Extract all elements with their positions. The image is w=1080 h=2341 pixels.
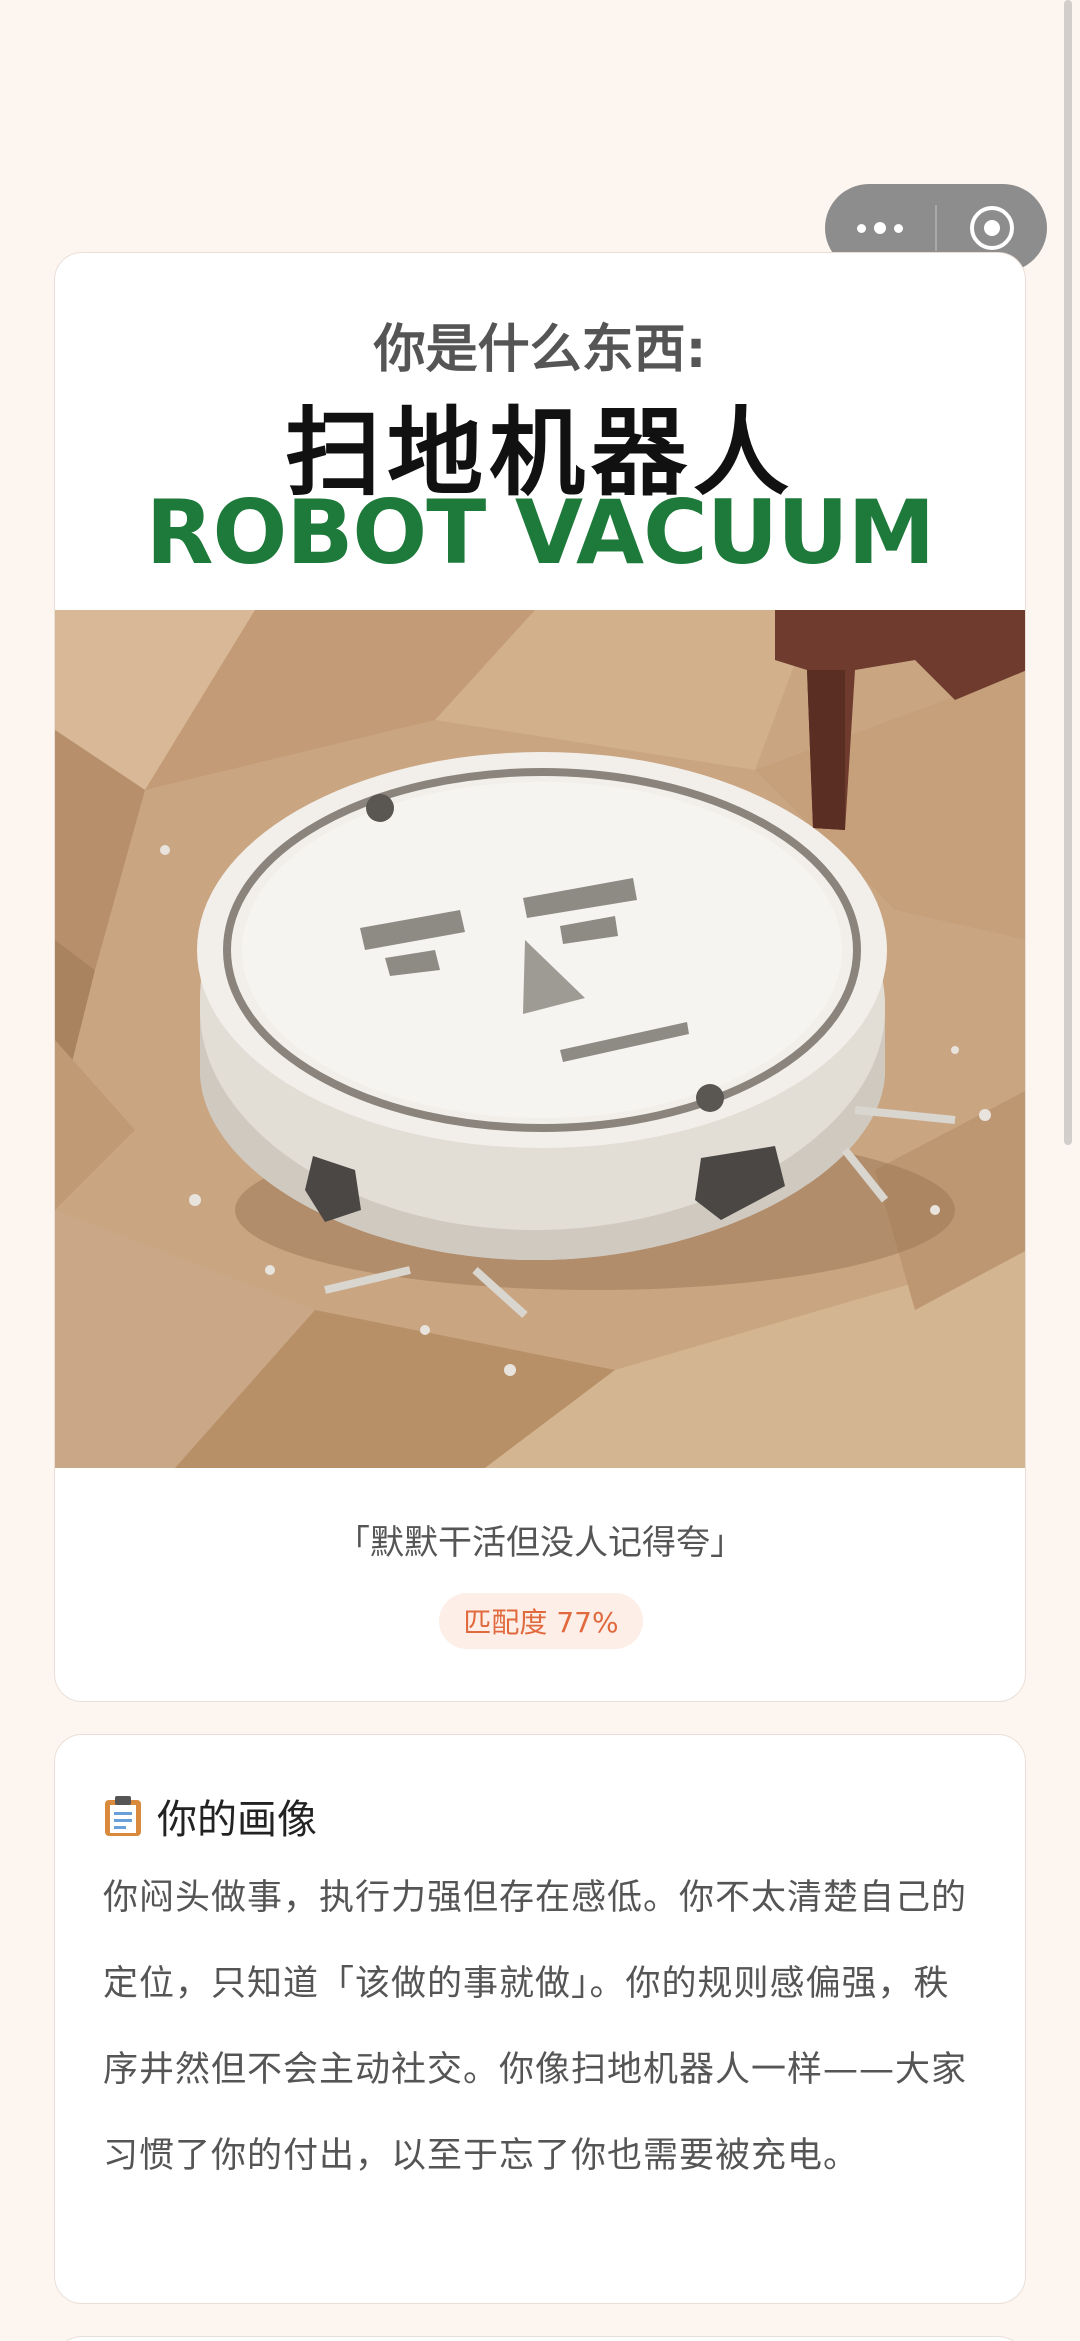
portrait-body: 你闷头做事，执行力强但存在感低。你不太清楚自己的定位，只知道「该做的事就做」。你…: [103, 1878, 968, 2176]
scrollbar[interactable]: [1064, 0, 1072, 1145]
match-badge: 匹配度 77%: [439, 1593, 643, 1649]
result-quote: 「默默干活但没人记得夸」: [336, 1523, 744, 1563]
result-card: 你是什么东西: 扫地机器人 ROBOT VACUUM 「默默干活但没人记得夸」 …: [54, 252, 1026, 1702]
portrait-card: 你的画像 你闷头做事，执行力强但存在感低。你不太清楚自己的定位，只知道「该做的事…: [54, 1734, 1026, 2304]
clipboard-icon: [105, 1796, 141, 1836]
result-question: 你是什么东西:: [373, 320, 707, 380]
portrait-title: 你的画像: [157, 1797, 317, 1843]
portrait-header: 你的画像: [103, 1787, 317, 1845]
robot-vacuum-illustration: [55, 610, 1025, 1468]
result-name-en: ROBOT VACUUM: [145, 481, 935, 584]
next-card: [54, 2336, 1026, 2341]
